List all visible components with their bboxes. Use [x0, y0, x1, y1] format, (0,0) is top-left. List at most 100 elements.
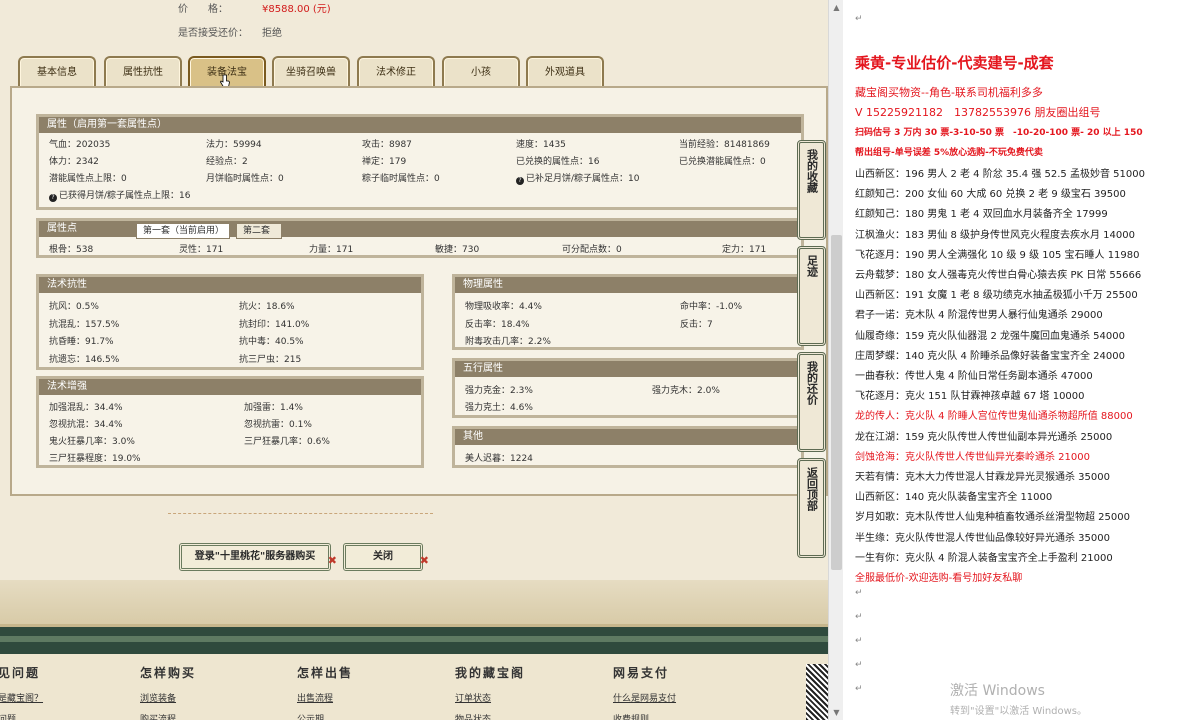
footer-link[interactable]: 是藏宝阁？	[0, 691, 43, 704]
side-tab-back-to-top[interactable]: 返回顶部	[797, 458, 826, 558]
subtab-set-two[interactable]: 第二套	[236, 223, 282, 239]
spell-resist-title: 法术抗性	[39, 277, 421, 293]
attributes-panel-title: 属性（启用第一套属性点）	[39, 117, 801, 133]
points-cell: 可分配点数：0	[562, 245, 622, 255]
tab-basic-info[interactable]: 基本信息	[18, 56, 96, 88]
ad-line: 藏宝阁买物资--角色-联系司机福利多多	[855, 86, 1043, 99]
scroll-up-icon[interactable]: ▲	[832, 3, 841, 12]
physical-cell: 命中率：-1.0%	[680, 302, 743, 312]
attr-cell: 已兑换潜能属性点：0	[679, 157, 766, 167]
footer-link[interactable]: 出售流程	[297, 691, 353, 704]
login-buy-button[interactable]: 登录"十里桃花"服务器购买 ✖	[179, 543, 337, 571]
bargain-value: 拒绝	[262, 28, 282, 39]
paragraph-mark-icon: ↵	[855, 660, 863, 670]
content-frame: 属性（启用第一套属性点） 气血：202035 法力：59994 攻击：8987 …	[10, 86, 828, 496]
ad-item: 剑蚀沧海：克火队传世人传世仙异光秦岭通杀 21000	[855, 451, 1090, 463]
paragraph-mark-icon: ↵	[855, 14, 863, 24]
attr-cell: 当前经验：81481869	[679, 140, 770, 150]
attr-cell: 速度：1435	[516, 140, 566, 150]
ad-item: 天若有情：克木大力传世混人甘霖龙异光灵猴通杀 35000	[855, 472, 1110, 483]
side-tab-my-bargains[interactable]: 我的还价	[797, 352, 826, 452]
five-elements-panel: 五行属性 强力克金：2.3% 强力克木：2.0% 强力克土：4.6%	[452, 358, 804, 418]
footer-link[interactable]: 物品状态	[455, 712, 525, 720]
subtab-set-one[interactable]: 第一套（当前启用）	[136, 223, 230, 239]
points-cell: 根骨：538	[49, 245, 94, 255]
login-buy-label: 登录"十里桃花"服务器购买	[194, 551, 316, 562]
side-tab-favorites[interactable]: 我的收藏	[797, 140, 826, 240]
footer-col-buy: 怎样购买 浏览装备 购买流程	[140, 664, 196, 720]
ad-item: 山西新区：196 男人 2 老 4 阶忿 35.4 强 52.5 孟极妙音 51…	[855, 169, 1145, 180]
side-tab-label: 我的还价	[805, 361, 819, 405]
attr-cell: 粽子临时属性点：0	[362, 174, 440, 184]
attr-cell-text: 已补足月饼/粽子属性点：10	[526, 174, 640, 184]
ad-item: 云舟载梦：180 女人强毒克火传世白骨心猿去疾 PK 日常 55666	[855, 270, 1142, 281]
tab-children[interactable]: 小孩	[442, 56, 520, 88]
attr-cell: 攻击：8987	[362, 140, 412, 150]
paragraph-mark-icon: ↵	[855, 684, 863, 694]
scroll-down-icon[interactable]: ▼	[832, 708, 841, 717]
footer-link[interactable]: 订单状态	[455, 691, 525, 704]
windows-activation-title: 激活 Windows	[950, 683, 1045, 699]
close-button[interactable]: 关闭 ✖	[343, 543, 429, 571]
other-panel: 其他 美人迟暮：1224	[452, 426, 804, 468]
ad-item: 红颜知己：200 女仙 60 大成 60 兑换 2 老 9 级宝石 39500	[855, 189, 1126, 201]
resist-cell: 抗火：18.6%	[239, 302, 295, 312]
enhance-cell: 忽视抗雷：0.1%	[244, 420, 312, 430]
browser-window: 价 格： ¥8588.00 (元) 是否接受还价： 拒绝 基本信息 属性抗性 装备法…	[0, 0, 843, 720]
tab-attributes[interactable]: 属性抗性	[104, 56, 182, 88]
attr-cell: 已兑换的属性点：16	[516, 157, 600, 167]
points-cell: 灵性：171	[179, 245, 224, 255]
scrollbar-thumb[interactable]	[831, 235, 842, 570]
side-tab-history[interactable]: 足迹	[797, 246, 826, 346]
resist-cell: 抗三尸虫：215	[239, 355, 302, 365]
qr-code-icon	[806, 664, 828, 720]
attr-cell-with-help: ? 已补足月饼/粽子属性点：10	[516, 171, 640, 185]
close-mark-icon: ✖	[419, 554, 429, 567]
footer-col-title: 怎样购买	[140, 666, 197, 680]
physical-cell: 反击：7	[680, 320, 713, 330]
side-tab-label: 返回顶部	[805, 467, 819, 511]
footer-col-my-cbg: 我的藏宝阁 订单状态 物品状态	[455, 664, 525, 720]
tab-appearance[interactable]: 外观道具	[526, 56, 604, 88]
side-tab-label: 足迹	[805, 255, 819, 277]
attr-note: ? 已获得月饼/粽子属性点上限：16	[49, 188, 191, 202]
spell-enhance-panel: 法术增强 加强混乱：34.4% 加强雷：1.4% 忽视抗混：34.4% 忽视抗雷…	[36, 376, 424, 468]
side-tab-label: 我的收藏	[805, 149, 819, 193]
attr-cell: 月饼临时属性点：0	[206, 174, 284, 184]
ad-item: 君子一诺：克木队 4 阶混传世男人暴行仙鬼通杀 29000	[855, 310, 1103, 322]
footer-link[interactable]: 浏览装备	[140, 691, 196, 704]
ad-text-panel: ↵ 乘黄-专业估价-代卖建号-成套 藏宝阁买物资--角色-联系司机福利多多 V …	[843, 0, 1180, 720]
tab-spell-correction[interactable]: 法术修正	[357, 56, 435, 88]
physical-title: 物理属性	[455, 277, 801, 293]
ad-item: 山西新区：140 克火队装备宝宝齐全 11000	[855, 492, 1053, 504]
ad-line: 扫码估号 3 万内 30 票-3-10-50 票 -10-20-100 票- 2…	[855, 128, 1143, 138]
attr-cell: 体力：2342	[49, 157, 99, 167]
attributes-panel: 属性（启用第一套属性点） 气血：202035 法力：59994 攻击：8987 …	[36, 114, 804, 210]
footer-col-pay: 网易支付 什么是网易支付 收费规则	[613, 664, 676, 720]
footer-band-stripe	[0, 636, 828, 642]
resist-cell: 抗昏睡：91.7%	[49, 337, 114, 347]
spell-enhance-title: 法术增强	[39, 379, 421, 395]
paragraph-mark-icon: ↵	[855, 588, 863, 598]
attr-cell: 经验点：2	[206, 157, 248, 167]
points-cell: 敏捷：730	[435, 245, 480, 255]
footer-link[interactable]: 问题	[0, 712, 43, 720]
tab-equipment[interactable]: 装备法宝	[188, 56, 266, 88]
points-cell: 力量：171	[309, 245, 354, 255]
footer-link[interactable]: 购买流程	[140, 712, 196, 720]
footer-link[interactable]: 收费规则	[613, 712, 676, 720]
price-row: 价 格： ¥8588.00 (元)	[178, 0, 331, 15]
enhance-cell: 加强雷：1.4%	[244, 403, 303, 413]
enhance-cell: 加强混乱：34.4%	[49, 403, 123, 413]
tab-mounts-summons[interactable]: 坐骑召唤兽	[272, 56, 350, 88]
resist-cell: 抗风：0.5%	[49, 302, 99, 312]
attr-cell: 气血：202035	[49, 140, 111, 150]
vertical-scrollbar[interactable]: ▲ ▼	[828, 0, 843, 720]
points-cell: 定力：171	[722, 245, 767, 255]
ad-item: 飞花逐月：190 男人全满强化 10 级 9 级 105 宝石睡人 11980	[855, 249, 1140, 261]
footer-link[interactable]: 什么是网易支付	[613, 691, 676, 704]
footer-link[interactable]: 公示期	[297, 712, 353, 720]
help-icon: ?	[516, 177, 524, 185]
five-cell: 强力克金：2.3%	[465, 386, 533, 396]
ad-line: 帮出组号-单号误差 5%放心选购-不玩免费代卖	[855, 148, 1043, 158]
